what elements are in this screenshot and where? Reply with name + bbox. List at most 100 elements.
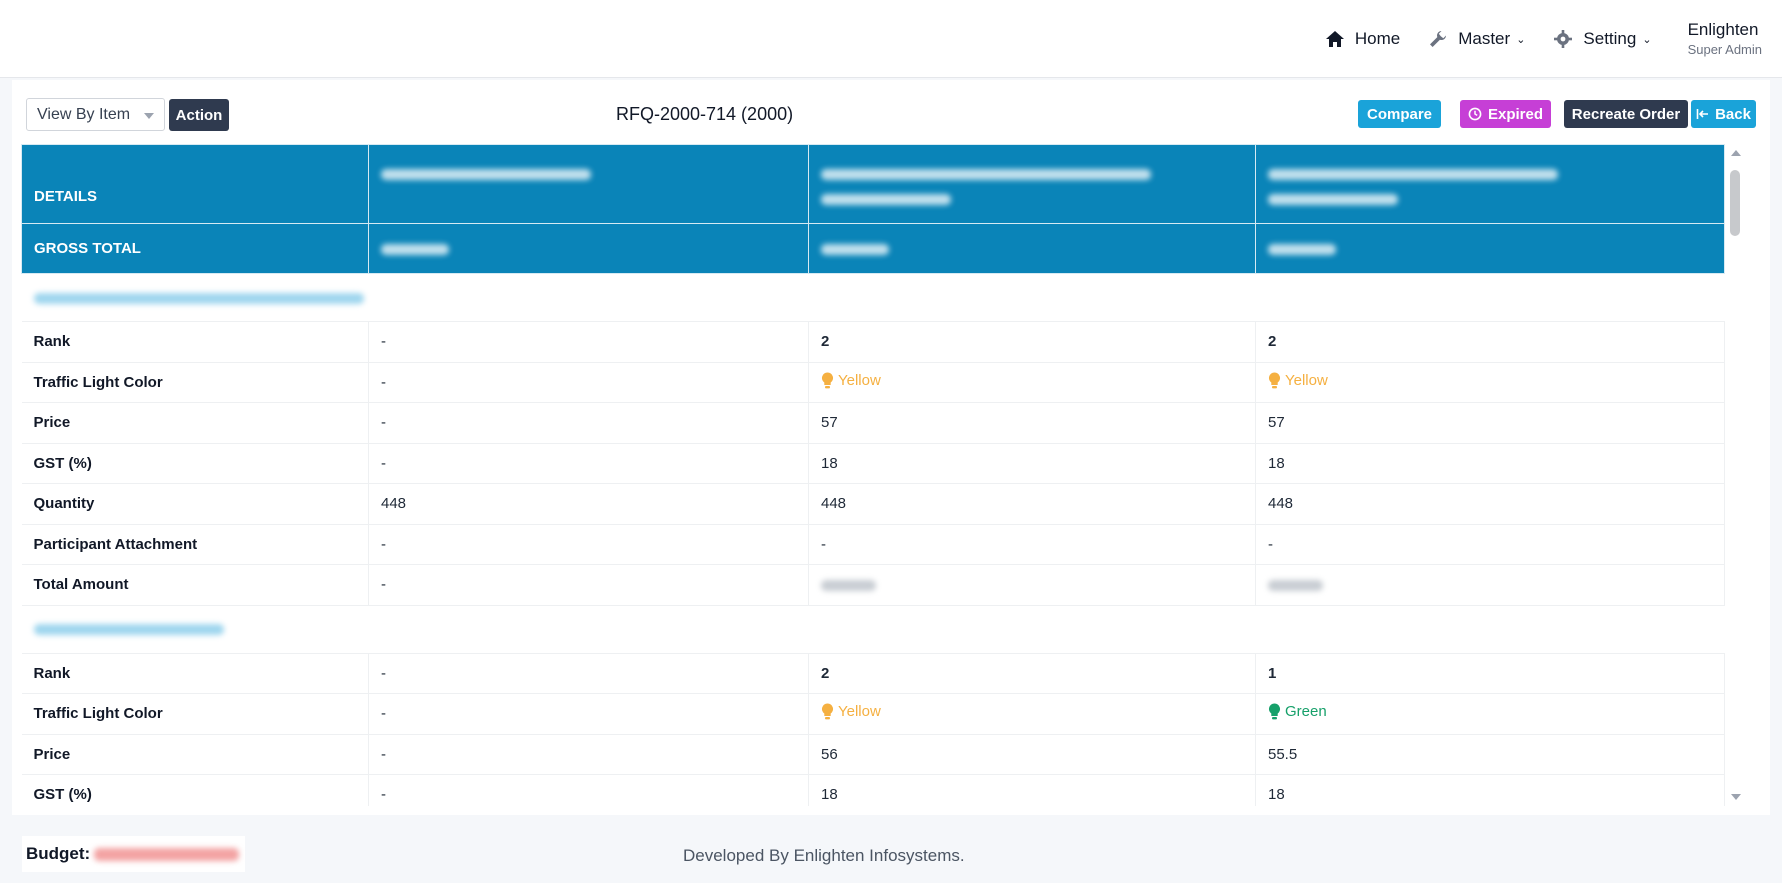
gear-icon (1554, 30, 1573, 48)
row-label: Participant Attachment (21, 524, 369, 565)
budget-box: Budget: (22, 836, 246, 872)
view-by-select[interactable]: View By Item (26, 98, 165, 131)
back-arrow-icon (1696, 109, 1709, 119)
toolbar: View By Item Action RFQ-2000-714 (2000) … (26, 98, 1756, 134)
row-label: Total Amount (21, 564, 369, 606)
row-value: - (368, 693, 809, 735)
scrollbar-thumb[interactable] (1730, 170, 1740, 236)
lightbulb-icon (1268, 703, 1281, 720)
row-label: Price (21, 402, 369, 444)
row-value: - (368, 774, 809, 806)
row-value: - (808, 524, 1256, 565)
row-value: - (368, 564, 809, 606)
budget-label: Budget: (26, 844, 91, 863)
lightbulb-icon (821, 372, 834, 389)
row-label: Rank (21, 653, 369, 694)
item-section-header (21, 273, 1725, 322)
nav-home[interactable]: Home (1325, 29, 1400, 49)
table-header-row: DETAILS (21, 144, 1725, 224)
table-row: Total Amount - (21, 564, 1725, 606)
row-value: 1 (1255, 653, 1725, 694)
table-row: Price -57 57 (21, 402, 1725, 444)
expired-label: Expired (1487, 105, 1544, 123)
row-value: 55.5 (1255, 734, 1725, 775)
row-value: 2 (808, 321, 1256, 363)
scroll-up-icon[interactable] (1731, 150, 1741, 156)
gross-total-row: GROSS TOTAL (21, 223, 1725, 274)
nav-home-label: Home (1354, 29, 1401, 48)
lightbulb-icon (821, 703, 834, 720)
row-label: Rank (21, 321, 369, 363)
footer-credit: Developed By Enlighten Infosystems. (683, 846, 965, 865)
row-value: Yellow (808, 693, 1256, 735)
table-body: Rank -2 2 Traffic Light Color - Yellow Yellow P… (21, 273, 1725, 806)
home-icon (1325, 31, 1344, 47)
nav-setting[interactable]: Setting ⌄ (1553, 29, 1652, 49)
row-value: - (368, 402, 809, 444)
table-row: Rank -2 2 (21, 321, 1725, 363)
comparison-table-container[interactable]: DETAILS GROSS TOTAL Rank -2 2 Traffic Light… (21, 144, 1744, 806)
scroll-down-icon[interactable] (1731, 794, 1741, 800)
rfq-panel: View By Item Action RFQ-2000-714 (2000) … (12, 80, 1770, 815)
vendor-header (808, 144, 1256, 224)
back-label: Back (1715, 105, 1751, 123)
row-value: - (368, 734, 809, 775)
table-row: Traffic Light Color - Yellow Green (21, 693, 1725, 735)
row-value: - (368, 653, 809, 694)
row-value: 448 (808, 483, 1256, 525)
row-value: - (368, 321, 809, 363)
row-value: - (368, 443, 809, 484)
compare-button[interactable]: Compare (1358, 100, 1441, 128)
table-row: GST (%) -18 18 (21, 443, 1725, 484)
row-value: 18 (1255, 443, 1725, 484)
item-title[interactable] (21, 605, 1725, 654)
clock-icon (1468, 107, 1482, 121)
row-value: 448 (368, 483, 809, 525)
table-row: Quantity 448 448 448 (21, 483, 1725, 525)
user-name: Enlighten (1687, 20, 1759, 39)
traffic-light-label: Yellow (838, 703, 881, 721)
vertical-scrollbar[interactable] (1726, 144, 1744, 806)
row-value: 18 (808, 443, 1256, 484)
row-value (1255, 564, 1725, 606)
budget-value (94, 847, 240, 861)
user-menu[interactable]: Enlighten Super Admin (1688, 20, 1762, 58)
row-value: Yellow (1255, 362, 1725, 403)
table-row: Participant Attachment - - - (21, 524, 1725, 565)
item-title[interactable] (21, 273, 1725, 322)
item-section-header (21, 605, 1725, 654)
row-value: - (1255, 524, 1725, 565)
row-value: 18 (808, 774, 1256, 806)
page-title: RFQ-2000-714 (2000) (616, 104, 794, 124)
view-by-value: View By Item (37, 105, 131, 123)
lightbulb-icon (1268, 372, 1281, 389)
top-navbar: Home Master ⌄ Setting ⌄ Enlighten Super … (0, 0, 1782, 78)
row-value: Yellow (808, 362, 1256, 403)
row-value: 56 (808, 734, 1256, 775)
gross-total-header: GROSS TOTAL (21, 223, 369, 274)
nav-master[interactable]: Master ⌄ (1428, 29, 1525, 49)
row-label: GST (%) (21, 774, 369, 806)
row-label: Quantity (21, 483, 369, 525)
expired-button[interactable]: Expired (1460, 100, 1551, 128)
back-button[interactable]: Back (1691, 100, 1756, 128)
action-button[interactable]: Action (169, 99, 229, 131)
row-label: GST (%) (21, 443, 369, 484)
main-nav: Home Master ⌄ Setting ⌄ Enlighten Super … (1325, 0, 1762, 78)
recreate-order-button[interactable]: Recreate Order (1564, 100, 1688, 128)
vendor-header (1255, 144, 1725, 224)
traffic-light-label: Green (1285, 703, 1327, 721)
row-value: - (368, 524, 809, 565)
gross-total-value (1255, 223, 1725, 274)
vendor-header (368, 144, 809, 224)
row-value: - (368, 362, 809, 403)
table-row: Rank -2 1 (21, 653, 1725, 694)
gross-total-value (808, 223, 1256, 274)
wrench-icon (1430, 31, 1447, 47)
row-value: 57 (808, 402, 1256, 444)
row-value: Green (1255, 693, 1725, 735)
traffic-light-label: Yellow (1285, 371, 1328, 389)
row-label: Traffic Light Color (21, 693, 369, 735)
dropdown-caret-icon (144, 113, 154, 119)
table-row: Traffic Light Color - Yellow Yellow (21, 362, 1725, 403)
